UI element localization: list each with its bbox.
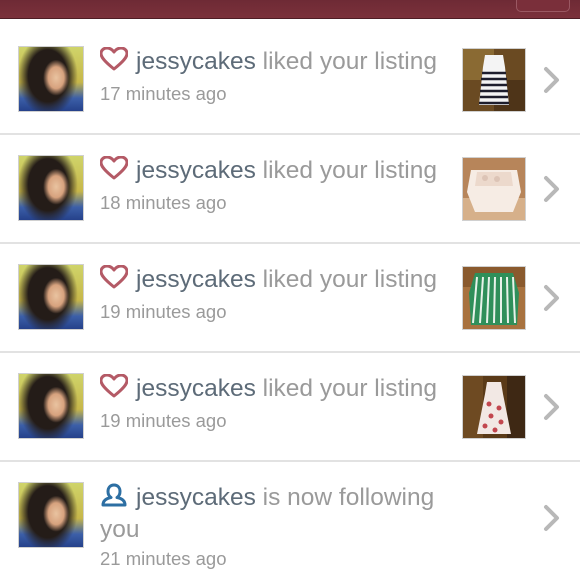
- follow-icon: [101, 483, 127, 507]
- chevron-right-icon[interactable]: [542, 66, 562, 94]
- username[interactable]: jessycakes: [136, 157, 256, 184]
- notification-message: jessycakes liked your listing: [100, 264, 455, 296]
- listing-thumbnail[interactable]: [462, 375, 526, 439]
- notification-row[interactable]: jessycakes is now following you 21 minut…: [0, 462, 580, 587]
- avatar[interactable]: [18, 373, 84, 439]
- notification-row[interactable]: jessycakes liked your listing 19 minutes…: [0, 353, 580, 462]
- chevron-right-icon[interactable]: [542, 504, 562, 532]
- notification-action: liked your listing: [262, 375, 437, 402]
- avatar[interactable]: [18, 264, 84, 330]
- top-bar: [0, 0, 580, 19]
- header-button[interactable]: [516, 0, 570, 12]
- notification-action: liked your listing: [262, 157, 437, 184]
- chevron-right-icon[interactable]: [542, 284, 562, 312]
- notification-row[interactable]: jessycakes liked your listing 18 minutes…: [0, 135, 580, 244]
- timestamp: 18 minutes ago: [100, 192, 227, 213]
- notification-row[interactable]: jessycakes liked your listing 17 minutes…: [0, 26, 580, 135]
- listing-thumbnail[interactable]: [462, 48, 526, 112]
- chevron-right-icon[interactable]: [542, 175, 562, 203]
- timestamp: 19 minutes ago: [100, 301, 227, 322]
- notification-message: jessycakes is now following you: [100, 482, 455, 546]
- timestamp: 19 minutes ago: [100, 410, 227, 431]
- avatar[interactable]: [18, 482, 84, 548]
- heart-icon: [100, 47, 128, 71]
- heart-icon: [100, 265, 128, 289]
- heart-icon: [100, 374, 128, 398]
- notification-action: liked your listing: [262, 48, 437, 75]
- username[interactable]: jessycakes: [136, 375, 256, 402]
- username[interactable]: jessycakes: [136, 48, 256, 75]
- notification-message: jessycakes liked your listing: [100, 373, 455, 405]
- avatar[interactable]: [18, 46, 84, 112]
- notification-message: jessycakes liked your listing: [100, 155, 455, 187]
- listing-thumbnail[interactable]: [462, 266, 526, 330]
- timestamp: 21 minutes ago: [100, 548, 227, 569]
- notification-action: liked your listing: [262, 266, 437, 293]
- notification-row[interactable]: jessycakes liked your listing 19 minutes…: [0, 244, 580, 353]
- username[interactable]: jessycakes: [136, 484, 256, 511]
- chevron-right-icon[interactable]: [542, 393, 562, 421]
- avatar[interactable]: [18, 155, 84, 221]
- listing-thumbnail[interactable]: [462, 157, 526, 221]
- notification-message: jessycakes liked your listing: [100, 46, 455, 78]
- username[interactable]: jessycakes: [136, 266, 256, 293]
- notification-list: jessycakes liked your listing 17 minutes…: [0, 26, 580, 587]
- timestamp: 17 minutes ago: [100, 83, 227, 104]
- heart-icon: [100, 156, 128, 180]
